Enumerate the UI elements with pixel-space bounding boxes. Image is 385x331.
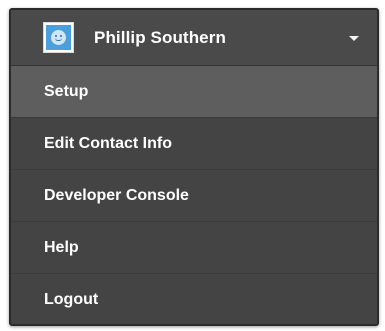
user-avatar-icon bbox=[43, 22, 74, 53]
menu-item-label: Help bbox=[44, 238, 79, 256]
menu-item-developer-console[interactable]: Developer Console bbox=[11, 170, 377, 222]
face-eye-left bbox=[55, 35, 57, 37]
menu-item-edit-contact-info[interactable]: Edit Contact Info bbox=[11, 118, 377, 170]
face-eye-right bbox=[60, 35, 62, 37]
smiley-face-icon bbox=[51, 30, 66, 45]
menu-item-label: Logout bbox=[44, 291, 99, 308]
user-dropdown-menu: Phillip Southern Setup Edit Contact Info… bbox=[9, 8, 379, 326]
menu-item-label: Setup bbox=[44, 82, 89, 100]
menu-item-label: Edit Contact Info bbox=[44, 134, 172, 152]
menu-item-logout[interactable]: Logout bbox=[11, 274, 377, 324]
face-mouth bbox=[55, 38, 62, 41]
avatar-background bbox=[46, 25, 71, 50]
user-menu-toggle[interactable]: Phillip Southern bbox=[11, 10, 377, 66]
menu-item-setup[interactable]: Setup bbox=[11, 66, 377, 118]
caret-down-icon[interactable] bbox=[349, 36, 359, 41]
menu-item-label: Developer Console bbox=[44, 186, 189, 204]
menu-item-help[interactable]: Help bbox=[11, 222, 377, 274]
screenshot-frame: Phillip Southern Setup Edit Contact Info… bbox=[0, 0, 385, 331]
user-name: Phillip Southern bbox=[94, 27, 226, 47]
